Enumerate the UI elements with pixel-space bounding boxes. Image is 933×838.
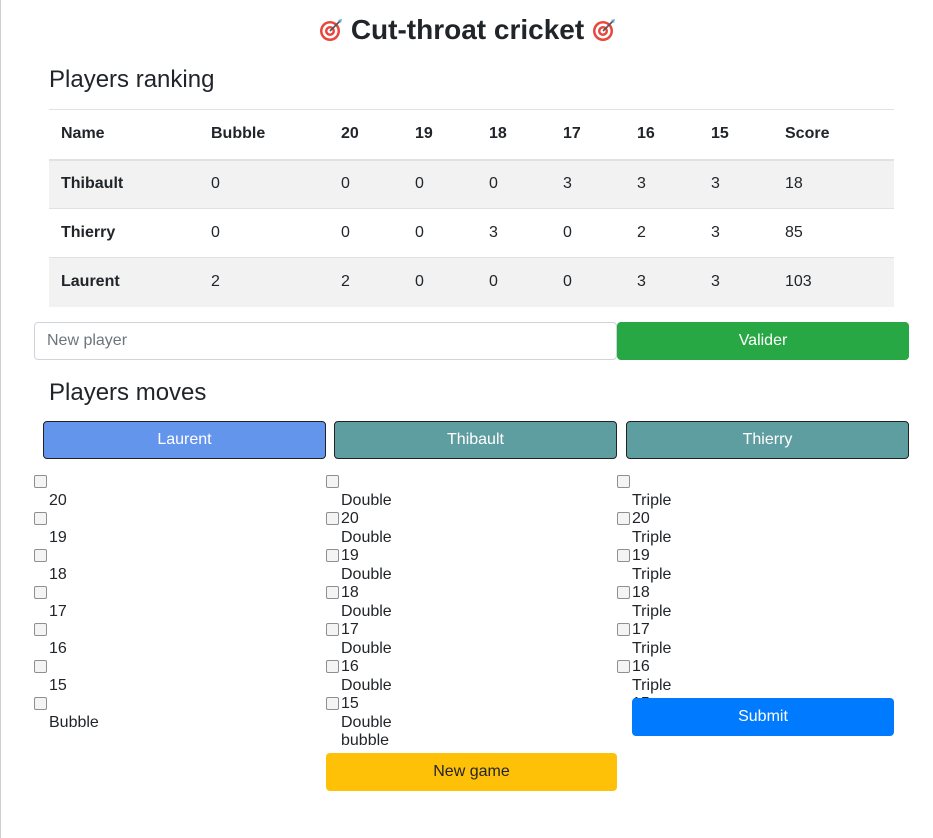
move-checkbox[interactable]: [617, 512, 630, 525]
move-checkbox[interactable]: [326, 660, 339, 673]
move-checkbox[interactable]: [326, 512, 339, 525]
table-cell: 0: [329, 208, 403, 258]
ranking-table: Name Bubble 20 19 18 17 16 15 Score Thib…: [49, 109, 894, 307]
table-row: Thibault 0 0 0 0 3 3 3 18: [49, 159, 894, 209]
table-cell: 0: [199, 159, 329, 209]
move-label: 16: [49, 640, 67, 657]
move-label: 20: [49, 492, 67, 509]
table-cell: 3: [625, 257, 699, 307]
move-label: Triple 20: [632, 492, 672, 527]
submit-button[interactable]: Submit: [632, 698, 894, 736]
score-cell: 85: [773, 208, 894, 258]
column-header: Name: [49, 109, 199, 161]
move-label: Double 18: [341, 566, 392, 601]
column-header: 18: [477, 109, 551, 161]
score-cell: 18: [773, 159, 894, 209]
player-name-cell: Thierry: [49, 208, 199, 258]
move-label: Double 19: [341, 529, 392, 564]
move-checkbox[interactable]: [326, 623, 339, 636]
move-label: Bubble: [49, 714, 99, 731]
table-cell: 0: [403, 159, 477, 209]
table-cell: 2: [199, 257, 329, 307]
column-header: 19: [403, 109, 477, 161]
moves-heading: Players moves: [49, 379, 207, 406]
move-label: Double 16: [341, 640, 392, 675]
target-icon: [319, 19, 342, 41]
table-cell: 0: [477, 257, 551, 307]
player-button-thibault[interactable]: Thibault: [334, 421, 617, 459]
table-cell: 2: [625, 208, 699, 258]
target-icon: [593, 19, 616, 41]
move-label: 15: [49, 677, 67, 694]
table-cell: 0: [477, 159, 551, 209]
move-checkbox[interactable]: [34, 586, 47, 599]
move-checkbox[interactable]: [34, 549, 47, 562]
column-header: 16: [625, 109, 699, 161]
move-label: Double 17: [341, 603, 392, 638]
player-button-laurent[interactable]: Laurent: [43, 421, 326, 459]
move-checkbox[interactable]: [34, 697, 47, 710]
move-label: Double bubble: [341, 714, 392, 749]
table-cell: 3: [699, 208, 773, 258]
score-cell: 103: [773, 257, 894, 307]
column-header: Bubble: [199, 109, 329, 161]
table-row: Thierry 0 0 0 3 0 2 3 85: [49, 208, 894, 258]
table-cell: 0: [403, 208, 477, 258]
move-checkbox[interactable]: [34, 660, 47, 673]
table-cell: 0: [551, 208, 625, 258]
table-cell: 3: [699, 159, 773, 209]
table-cell: 3: [551, 159, 625, 209]
move-label: Double 20: [341, 492, 392, 527]
valider-button[interactable]: Valider: [617, 322, 909, 360]
table-row: Laurent 2 2 0 0 0 3 3 103: [49, 257, 894, 307]
move-label: 18: [49, 566, 67, 583]
move-checkbox[interactable]: [617, 586, 630, 599]
move-checkbox[interactable]: [617, 623, 630, 636]
move-label: Triple 16: [632, 640, 672, 675]
move-checkbox[interactable]: [617, 549, 630, 562]
table-cell: 0: [403, 257, 477, 307]
title-text: Cut-throat cricket: [350, 14, 585, 45]
page-title: Cut-throat cricket: [1, 14, 933, 46]
move-checkbox[interactable]: [617, 475, 630, 488]
player-button-thierry[interactable]: Thierry: [626, 421, 909, 459]
move-checkbox[interactable]: [34, 475, 47, 488]
column-header: 15: [699, 109, 773, 161]
table-cell: 3: [477, 208, 551, 258]
move-label: 19: [49, 529, 67, 546]
column-header: 17: [551, 109, 625, 161]
table-cell: 3: [699, 257, 773, 307]
table-cell: 0: [551, 257, 625, 307]
move-checkbox[interactable]: [34, 623, 47, 636]
move-label: 17: [49, 603, 67, 620]
table-cell: 3: [625, 159, 699, 209]
move-checkbox[interactable]: [34, 512, 47, 525]
column-header: Score: [773, 109, 894, 161]
move-checkbox[interactable]: [326, 475, 339, 488]
player-name-cell: Laurent: [49, 257, 199, 307]
move-checkbox[interactable]: [617, 660, 630, 673]
table-cell: 2: [329, 257, 403, 307]
move-label: Double 15: [341, 677, 392, 712]
player-name-cell: Thibault: [49, 159, 199, 209]
new-player-input[interactable]: [34, 322, 617, 360]
ranking-heading: Players ranking: [49, 66, 215, 93]
table-header-row: Name Bubble 20 19 18 17 16 15 Score: [49, 109, 894, 161]
table-cell: 0: [199, 208, 329, 258]
move-checkbox[interactable]: [326, 586, 339, 599]
column-header: 20: [329, 109, 403, 161]
new-game-button[interactable]: New game: [326, 753, 617, 791]
move-label: Triple 17: [632, 603, 672, 638]
move-label: Triple 19: [632, 529, 672, 564]
move-checkbox[interactable]: [326, 697, 339, 710]
move-checkbox[interactable]: [326, 549, 339, 562]
move-label: Triple 18: [632, 566, 672, 601]
table-cell: 0: [329, 159, 403, 209]
